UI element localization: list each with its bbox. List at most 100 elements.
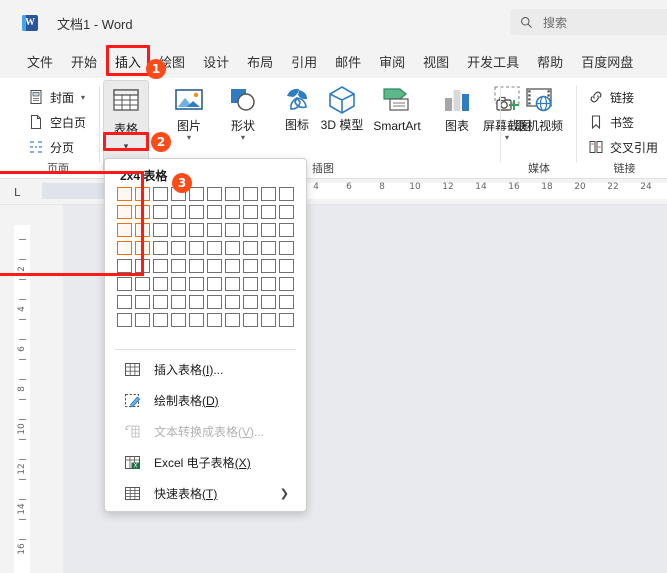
grid-cell[interactable] <box>153 295 168 309</box>
menu-item-insert-table[interactable]: 插入表格(I)... <box>106 354 305 384</box>
tab-references[interactable]: 引用 <box>282 48 326 75</box>
grid-cell[interactable] <box>225 241 240 255</box>
grid-cell[interactable] <box>171 241 186 255</box>
grid-cell[interactable] <box>171 259 186 273</box>
grid-cell[interactable] <box>225 277 240 291</box>
grid-cell[interactable] <box>153 223 168 237</box>
grid-cell[interactable] <box>117 313 132 327</box>
grid-cell[interactable] <box>279 205 294 219</box>
grid-cell[interactable] <box>207 277 222 291</box>
grid-cell[interactable] <box>135 277 150 291</box>
grid-cell[interactable] <box>117 205 132 219</box>
grid-cell[interactable] <box>225 205 240 219</box>
shapes-button[interactable]: 形状 ▾ <box>216 82 270 142</box>
grid-cell[interactable] <box>261 313 276 327</box>
grid-cell[interactable] <box>261 277 276 291</box>
grid-cell[interactable] <box>189 313 204 327</box>
grid-cell[interactable] <box>279 295 294 309</box>
picture-button[interactable]: 图片 ▾ <box>162 82 216 142</box>
grid-cell[interactable] <box>261 259 276 273</box>
grid-cell[interactable] <box>171 295 186 309</box>
grid-cell[interactable] <box>189 187 204 201</box>
cover-page-button[interactable]: 封面 ▾ <box>24 86 89 108</box>
menu-item-quick-tables[interactable]: 快速表格(T) ❯ <box>106 478 305 508</box>
grid-cell[interactable] <box>225 223 240 237</box>
grid-cell[interactable] <box>171 313 186 327</box>
grid-cell[interactable] <box>243 313 258 327</box>
search-box[interactable]: 搜索 <box>510 9 667 35</box>
grid-cell[interactable] <box>225 295 240 309</box>
tab-stop-selector[interactable]: L <box>14 186 20 199</box>
link-button[interactable]: 链接 <box>584 86 638 108</box>
grid-cell[interactable] <box>207 295 222 309</box>
grid-cell[interactable] <box>153 313 168 327</box>
grid-cell[interactable] <box>225 259 240 273</box>
grid-cell[interactable] <box>153 259 168 273</box>
menu-item-draw-table[interactable]: 绘制表格(D) <box>106 385 305 415</box>
blank-page-button[interactable]: 空白页 <box>24 111 90 133</box>
grid-cell[interactable] <box>117 223 132 237</box>
grid-cell[interactable] <box>279 259 294 273</box>
tab-design[interactable]: 设计 <box>194 48 238 75</box>
grid-cell[interactable] <box>153 241 168 255</box>
grid-cell[interactable] <box>225 187 240 201</box>
grid-cell[interactable] <box>207 313 222 327</box>
grid-cell[interactable] <box>189 205 204 219</box>
vertical-ruler[interactable]: 2 4 6 8 10 12 14 16 <box>0 205 42 573</box>
grid-cell[interactable] <box>189 259 204 273</box>
grid-cell[interactable] <box>279 223 294 237</box>
grid-cell[interactable] <box>261 187 276 201</box>
tab-review[interactable]: 审阅 <box>370 48 414 75</box>
tab-mailings[interactable]: 邮件 <box>326 48 370 75</box>
3d-model-button[interactable]: 3D 模型 <box>318 82 366 131</box>
tab-layout[interactable]: 布局 <box>238 48 282 75</box>
grid-cell[interactable] <box>243 223 258 237</box>
tab-help[interactable]: 帮助 <box>528 48 572 75</box>
grid-cell[interactable] <box>117 187 132 201</box>
tab-file[interactable]: 文件 <box>18 48 62 75</box>
grid-cell[interactable] <box>243 205 258 219</box>
grid-cell[interactable] <box>207 241 222 255</box>
grid-cell[interactable] <box>207 187 222 201</box>
grid-cell[interactable] <box>135 313 150 327</box>
grid-cell[interactable] <box>189 223 204 237</box>
grid-cell[interactable] <box>243 259 258 273</box>
icons-button[interactable]: 图标 <box>270 82 324 131</box>
grid-cell[interactable] <box>189 241 204 255</box>
online-video-button[interactable]: 联机视频 <box>509 82 569 133</box>
tab-view[interactable]: 视图 <box>414 48 458 75</box>
grid-cell[interactable] <box>153 205 168 219</box>
bookmark-button[interactable]: 书签 <box>584 111 638 133</box>
grid-cell[interactable] <box>117 241 132 255</box>
grid-cell[interactable] <box>207 223 222 237</box>
table-size-grid[interactable] <box>117 187 297 331</box>
grid-cell[interactable] <box>189 277 204 291</box>
grid-cell[interactable] <box>135 295 150 309</box>
grid-cell[interactable] <box>171 277 186 291</box>
grid-cell[interactable] <box>207 205 222 219</box>
grid-cell[interactable] <box>153 277 168 291</box>
tab-developer[interactable]: 开发工具 <box>458 48 528 75</box>
page-break-button[interactable]: 分页 <box>24 136 78 158</box>
grid-cell[interactable] <box>261 241 276 255</box>
grid-cell[interactable] <box>207 259 222 273</box>
grid-cell[interactable] <box>243 295 258 309</box>
grid-cell[interactable] <box>171 223 186 237</box>
grid-cell[interactable] <box>117 259 132 273</box>
menu-item-excel-spreadsheet[interactable]: X Excel 电子表格(X) <box>106 447 305 477</box>
grid-cell[interactable] <box>225 313 240 327</box>
grid-cell[interactable] <box>279 277 294 291</box>
grid-cell[interactable] <box>189 295 204 309</box>
grid-cell[interactable] <box>243 277 258 291</box>
grid-cell[interactable] <box>117 277 132 291</box>
tab-baidu-netdisk[interactable]: 百度网盘 <box>572 48 642 75</box>
smartart-button[interactable]: SmartArt <box>364 82 430 133</box>
tab-home[interactable]: 开始 <box>62 48 106 75</box>
grid-cell[interactable] <box>243 187 258 201</box>
grid-cell[interactable] <box>171 205 186 219</box>
grid-cell[interactable] <box>261 295 276 309</box>
grid-cell[interactable] <box>153 187 168 201</box>
cross-reference-button[interactable]: 交叉引用 <box>584 136 662 158</box>
grid-cell[interactable] <box>261 223 276 237</box>
grid-cell[interactable] <box>243 241 258 255</box>
